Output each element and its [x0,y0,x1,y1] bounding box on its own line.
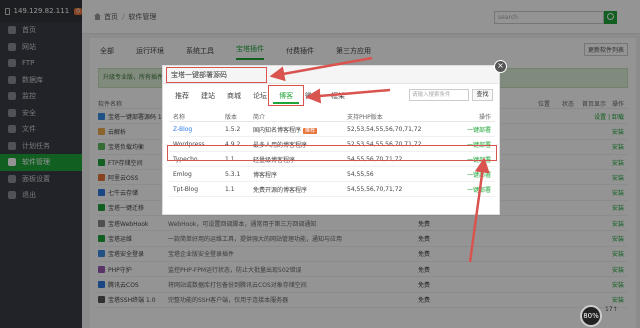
modal-tab-recommended[interactable]: 推荐 [169,88,195,104]
deploy-table-header: 名称 版本 简介 支持PHP版本 操作 [169,112,495,122]
annotation-box-title [166,67,267,83]
deploy-button[interactable]: 一键部署 [447,125,495,134]
deploy-button[interactable]: 一键部署 [447,170,495,179]
modal-search-input[interactable]: 请输入搜索条件 [409,89,469,101]
modal-tab-framework[interactable]: 框架 [325,88,351,104]
speed-widget[interactable]: 80% [580,305,602,327]
deploy-row-tptblog: Tpt-Blog 1.1 免费开源的博客程序 54,55,56,70,71,72… [169,182,495,197]
deploy-row-zblog: Z-Blog 1.5.2 国内知名博客程序 推荐 52,53,54,55,56,7… [169,122,495,137]
modal-search-button[interactable]: 查找 [472,89,493,101]
speed-stat: 17↑ [605,306,618,313]
modal-tabs: 推荐 建站 商城 论坛 博客 微信 框架 [169,88,351,104]
close-icon[interactable]: × [494,60,507,73]
modal-tab-shop[interactable]: 商城 [221,88,247,104]
deploy-modal: 宝塔一键部署源码 × 推荐 建站 商城 论坛 博客 微信 框架 请输入搜索条件 … [162,60,507,215]
deploy-button[interactable]: 一键部署 [447,185,495,194]
annotation-box-wordpress-row [167,145,497,161]
deploy-row-emlog: Emlog 5.3.1 博客程序 54,55,56 一键部署 [169,167,495,182]
recommend-badge: 推荐 [303,127,318,134]
annotation-box-blog-tab [268,85,304,106]
modal-tab-site[interactable]: 建站 [195,88,221,104]
